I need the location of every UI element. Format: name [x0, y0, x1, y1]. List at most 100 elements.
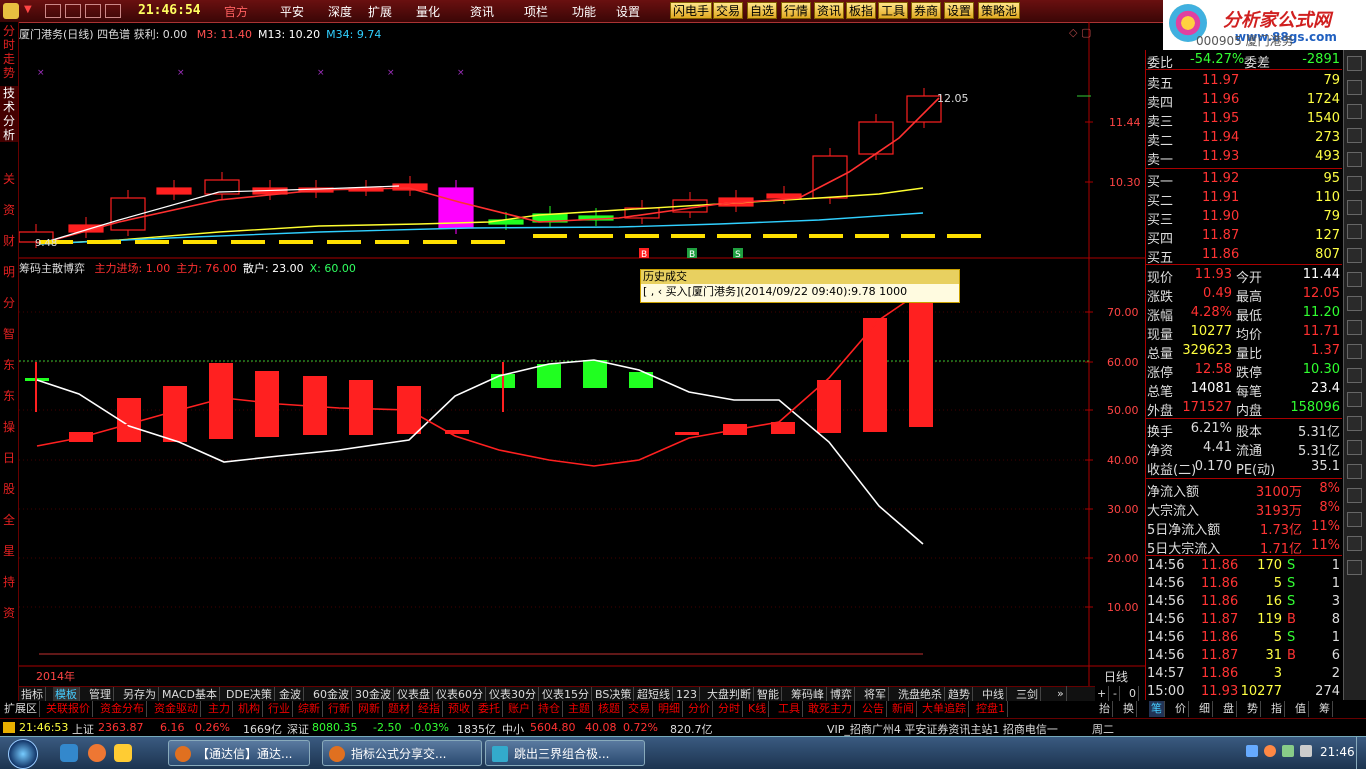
menu-8[interactable]: 设置 — [616, 3, 640, 20]
indicator-tab-6[interactable]: 金波 — [277, 687, 304, 702]
indicator-tab-19[interactable]: 博弈 — [828, 687, 855, 702]
sidebar-tool-icon[interactable] — [1347, 392, 1362, 407]
menu-6[interactable]: 项栏 — [524, 3, 548, 20]
left-tab-short-12[interactable]: 星 — [0, 544, 18, 558]
toolbar-button-6[interactable]: 工具 — [878, 2, 909, 19]
indicator-tab-22[interactable]: 趋势 — [946, 687, 973, 702]
quote-extra-tab-0[interactable]: 抬 — [1097, 701, 1113, 717]
extension-tab-23[interactable]: 工具 — [776, 701, 803, 717]
menu-1[interactable]: 平安 — [280, 3, 304, 20]
sidebar-tool-icon[interactable] — [1347, 320, 1362, 335]
extension-tab-19[interactable]: 明细 — [656, 701, 683, 717]
extension-tab-20[interactable]: 分价 — [686, 701, 713, 717]
tab-control-0[interactable]: » — [1055, 686, 1067, 701]
indicator-tab-17[interactable]: 智能 — [755, 687, 782, 702]
left-tab-short-8[interactable]: 操 — [0, 420, 18, 434]
left-tab-1[interactable]: 技术分析 — [0, 86, 18, 142]
extension-tab-14[interactable]: 账户 — [506, 701, 533, 717]
explorer-icon[interactable] — [60, 744, 78, 762]
indicator-tab-11[interactable]: 仪表30分 — [487, 687, 539, 702]
tab-control-2[interactable]: - — [1111, 686, 1120, 701]
menu-4[interactable]: 量化 — [416, 3, 440, 20]
extension-tab-4[interactable]: 主力 — [206, 701, 233, 717]
extension-tab-12[interactable]: 预收 — [446, 701, 473, 717]
indicator-tab-10[interactable]: 仪表60分 — [434, 687, 486, 702]
extension-tab-8[interactable]: 行新 — [326, 701, 353, 717]
grid-icon[interactable] — [85, 4, 101, 18]
left-tab-short-6[interactable]: 东 — [0, 358, 18, 372]
left-tab-short-1[interactable]: 资 — [0, 203, 18, 217]
sidebar-tool-icon[interactable] — [1347, 200, 1362, 215]
restore-icon[interactable] — [45, 4, 61, 18]
left-tab-short-11[interactable]: 全 — [0, 513, 18, 527]
sidebar-tool-icon[interactable] — [1347, 296, 1362, 311]
left-tab-short-0[interactable]: 关 — [0, 172, 18, 186]
quote-tab-7[interactable]: 筹 — [1317, 701, 1333, 717]
tray-icon[interactable] — [1246, 745, 1258, 757]
indicator-tab-13[interactable]: BS决策 — [593, 687, 635, 702]
indicator-tab-14[interactable]: 超短线 — [635, 687, 673, 702]
tray-icon[interactable] — [1282, 745, 1294, 757]
start-button[interactable] — [8, 739, 38, 769]
sidebar-tool-icon[interactable] — [1347, 272, 1362, 287]
extension-tab-21[interactable]: 分时 — [716, 701, 743, 717]
chart-corner-controls[interactable]: ◇ ▢ — [1069, 26, 1091, 39]
extension-tab-11[interactable]: 经指 — [416, 701, 443, 717]
show-desktop-button[interactable] — [1356, 737, 1366, 769]
left-tab-short-4[interactable]: 分 — [0, 296, 18, 310]
indicator-tab-0[interactable]: 指标 — [19, 687, 46, 702]
left-tab-short-14[interactable]: 资 — [0, 606, 18, 620]
extension-tab-25[interactable]: 公告 — [860, 701, 887, 717]
indicator-tab-12[interactable]: 仪表15分 — [540, 687, 592, 702]
indicator-tab-5[interactable]: DDE决策 — [224, 687, 275, 702]
extension-tab-17[interactable]: 核题 — [596, 701, 623, 717]
browser-icon[interactable] — [88, 744, 106, 762]
indicator-tab-9[interactable]: 仪表盘 — [395, 687, 433, 702]
sidebar-tool-icon[interactable] — [1347, 176, 1362, 191]
extension-tab-7[interactable]: 综新 — [296, 701, 323, 717]
sidebar-tool-icon[interactable] — [1347, 80, 1362, 95]
quote-tab-3[interactable]: 盘 — [1221, 701, 1237, 717]
toolbar-button-5[interactable]: 板指 — [846, 2, 877, 19]
extension-tab-28[interactable]: 控盘1 — [974, 701, 1008, 717]
folder-icon[interactable] — [114, 744, 132, 762]
left-tab-short-3[interactable]: 明 — [0, 265, 18, 279]
window-menu-icon[interactable]: ▼ — [24, 4, 32, 15]
extension-tab-13[interactable]: 委托 — [476, 701, 503, 717]
sidebar-tool-icon[interactable] — [1347, 104, 1362, 119]
extension-tab-27[interactable]: 大单追踪 — [920, 701, 969, 717]
sidebar-tool-icon[interactable] — [1347, 56, 1362, 71]
indicator-tab-7[interactable]: 60金波 — [311, 687, 352, 702]
chart-icon[interactable] — [105, 4, 121, 18]
toolbar-button-9[interactable]: 策略池 — [978, 2, 1021, 19]
taskbar-task-0[interactable]: 【通达信】通达... — [168, 740, 310, 766]
quote-tab-4[interactable]: 势 — [1245, 701, 1261, 717]
sidebar-tool-icon[interactable] — [1347, 368, 1362, 383]
indicator-tab-23[interactable]: 中线 — [980, 687, 1007, 702]
indicator-tab-21[interactable]: 洗盘绝杀 — [896, 687, 945, 702]
sidebar-tool-icon[interactable] — [1347, 536, 1362, 551]
indicator-tab-8[interactable]: 30金波 — [353, 687, 394, 702]
layout-icon[interactable] — [65, 4, 81, 18]
quote-tab-1[interactable]: 价 — [1173, 701, 1189, 717]
extension-tab-18[interactable]: 交易 — [626, 701, 653, 717]
left-tab-short-13[interactable]: 持 — [0, 575, 18, 589]
kline-chart-svg[interactable]: 11.44 10.30 × × × × × 12.05 9.48 B B S 70.00 60.00 50.… — [19, 22, 1145, 686]
menu-7[interactable]: 功能 — [572, 3, 596, 20]
left-tab-short-5[interactable]: 智 — [0, 327, 18, 341]
sidebar-tool-icon[interactable] — [1347, 440, 1362, 455]
toolbar-button-3[interactable]: 行情 — [781, 2, 812, 19]
extension-tab-15[interactable]: 持仓 — [536, 701, 563, 717]
taskbar-task-1[interactable]: 指标公式分享交... — [322, 740, 482, 766]
toolbar-button-0[interactable]: 闪电手 — [670, 2, 713, 19]
volume-icon[interactable] — [1300, 745, 1312, 757]
left-tab-short-7[interactable]: 东 — [0, 389, 18, 403]
extension-tab-16[interactable]: 主题 — [566, 701, 593, 717]
toolbar-button-4[interactable]: 资讯 — [814, 2, 845, 19]
menu-3[interactable]: 扩展 — [368, 3, 392, 20]
quote-tab-2[interactable]: 细 — [1197, 701, 1213, 717]
indicator-tab-2[interactable]: 管理 — [87, 687, 114, 702]
sidebar-tool-icon[interactable] — [1347, 224, 1362, 239]
sidebar-tool-icon[interactable] — [1347, 512, 1362, 527]
left-tab-short-9[interactable]: 日 — [0, 451, 18, 465]
